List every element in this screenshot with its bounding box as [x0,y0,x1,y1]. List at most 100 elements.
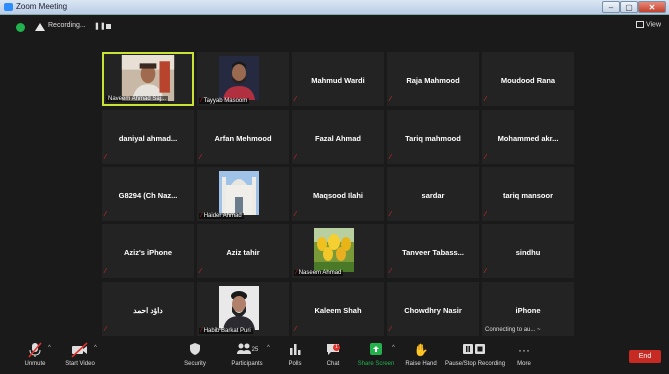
participant-tile[interactable]: Maqsood Ilahi ⁄ [292,167,384,221]
participants-label: Participants [231,361,263,367]
participant-label: Naveem Ahmad Saj... [106,96,169,102]
participant-tile[interactable]: Kaleem Shah ⁄ [292,282,384,336]
shield-icon [180,342,210,358]
participant-name: G8294 (Ch Naz... [118,191,178,200]
end-meeting-button[interactable]: End [629,350,661,363]
participant-tile[interactable]: daniyal ahmad... ⁄ [102,110,194,164]
recording-icon [35,23,45,31]
chat-button[interactable]: 1 Chat [321,342,345,367]
participant-name: داؤد احمد [133,306,163,315]
participant-name: Mahmud Wardi [311,76,365,85]
mic-muted-icon: ⁄ [296,270,298,276]
mic-muted-icon: ⁄ [485,154,487,161]
mic-muted-icon: ⁄ [201,213,203,219]
share-screen-icon [356,342,396,358]
participant-name: Arfan Mehmood [214,134,272,143]
chat-label: Chat [326,361,340,367]
pause-recording-icon[interactable]: ❚❚ [94,22,106,30]
mic-muted-icon: ⁄ [105,154,107,161]
participant-name: Kaleem Shah [314,306,362,315]
participant-tile[interactable]: Mohammed akr... ⁄ [482,110,574,164]
participant-tile[interactable]: iPhone Connecting to au... ~ [482,282,574,336]
more-button[interactable]: ··· More [512,342,536,367]
recording-label: Recording... [48,22,86,29]
participant-tile[interactable]: Fazal Ahmad ⁄ [292,110,384,164]
participant-tile[interactable]: Mahmud Wardi ⁄ [292,52,384,106]
participant-tile[interactable]: Aziz's iPhone ⁄ [102,224,194,278]
maximize-button[interactable]: ▢ [620,1,638,13]
participant-label: ⁄ Naseem Ahmad [294,270,344,276]
participant-video [219,171,259,215]
mic-muted-icon: ⁄ [105,326,107,333]
zoom-app-icon [4,3,13,11]
participant-name: Fazal Ahmad [315,134,361,143]
participant-tile[interactable]: Aziz tahir ⁄ [197,224,289,278]
participant-label: ⁄ Tayyab Masoom [199,98,250,104]
raise-hand-label: Raise Hand [405,361,437,367]
security-button[interactable]: Security [180,342,210,367]
participant-tile[interactable]: ⁄ Naseem Ahmad [292,224,384,278]
mic-muted-icon: ⁄ [295,211,297,218]
pause-stop-recording-label: Pause/Stop Recording [445,361,506,367]
participant-video [314,228,354,272]
participant-tile[interactable]: sardar ⁄ [387,167,479,221]
unmute-button[interactable]: Unmute ^ [18,342,52,367]
meeting-topbar: Recording... ❚❚ View [0,15,669,39]
mic-muted-icon: ⁄ [390,96,392,103]
mic-muted-icon: ⁄ [485,268,487,275]
participant-name: Moudood Rana [500,76,556,85]
participant-tile[interactable]: Chowdhry Nasir ⁄ [387,282,479,336]
participant-tile[interactable]: Tanveer Tabass... ⁄ [387,224,479,278]
participant-video [121,55,175,101]
participant-tile[interactable]: Tariq mahmood ⁄ [387,110,479,164]
participant-name: Aziz tahir [226,248,260,257]
window-titlebar: Zoom Meeting – ▢ ✕ [0,0,669,15]
participant-tile[interactable]: داؤد احمد ⁄ [102,282,194,336]
participant-tile[interactable]: tariq mansoor ⁄ [482,167,574,221]
chevron-up-icon[interactable]: ^ [267,345,270,351]
participant-tile-active[interactable]: Naveem Ahmad Saj... [102,52,194,106]
participant-label: ⁄ Habib Barkat Puri [199,328,253,334]
share-screen-button[interactable]: Share Screen ^ [356,342,396,367]
participant-video [219,286,259,330]
security-shield-icon[interactable] [16,23,25,32]
participant-tile[interactable]: sindhu ⁄ [482,224,574,278]
mic-muted-icon: ⁄ [390,211,392,218]
raise-hand-icon: ✋ [413,343,429,357]
participant-tile[interactable]: G8294 (Ch Naz... ⁄ [102,167,194,221]
chevron-up-icon[interactable]: ^ [392,345,395,351]
view-button[interactable]: View [635,21,661,29]
more-icon: ··· [518,343,530,357]
participant-tile[interactable]: Raja Mahmood ⁄ [387,52,479,106]
participant-tile[interactable]: ⁄ Habib Barkat Puri [197,282,289,336]
view-label: View [645,21,661,29]
participant-name: Tariq mahmood [405,134,461,143]
participant-tile[interactable]: ⁄ Haider Ahmad [197,167,289,221]
close-window-button[interactable]: ✕ [638,1,666,13]
chevron-up-icon[interactable]: ^ [48,345,51,351]
participants-button[interactable]: 25 Participants ^ [227,342,270,367]
mic-muted-icon: ⁄ [390,268,392,275]
participants-icon: 25 [227,342,267,358]
participant-tile[interactable]: ⁄ Tayyab Masoom [197,52,289,106]
pause-stop-recording-button[interactable]: Pause/Stop Recording [445,342,506,367]
participant-tile[interactable]: Arfan Mehmood ⁄ [197,110,289,164]
stop-recording-icon[interactable] [106,24,111,29]
start-video-button[interactable]: Start Video ^ [60,342,100,367]
polls-button[interactable]: Polls [283,342,307,367]
minimize-button[interactable]: – [602,1,620,13]
participant-name: Mohammed akr... [497,134,559,143]
mic-muted-icon: ⁄ [295,154,297,161]
grid-view-icon [635,21,644,28]
participant-name: Tanveer Tabass... [402,248,464,257]
mic-muted-icon: ⁄ [485,96,487,103]
mic-muted-icon: ⁄ [390,154,392,161]
participants-count: 25 [251,347,259,353]
raise-hand-button[interactable]: ✋ Raise Hand [405,342,437,367]
more-label: More [517,361,531,367]
participant-name: sindhu [515,248,541,257]
chevron-up-icon[interactable]: ^ [94,345,97,351]
participant-tile[interactable]: Moudood Rana ⁄ [482,52,574,106]
mic-muted-icon: ⁄ [390,326,392,333]
unmute-label: Unmute [24,361,46,367]
